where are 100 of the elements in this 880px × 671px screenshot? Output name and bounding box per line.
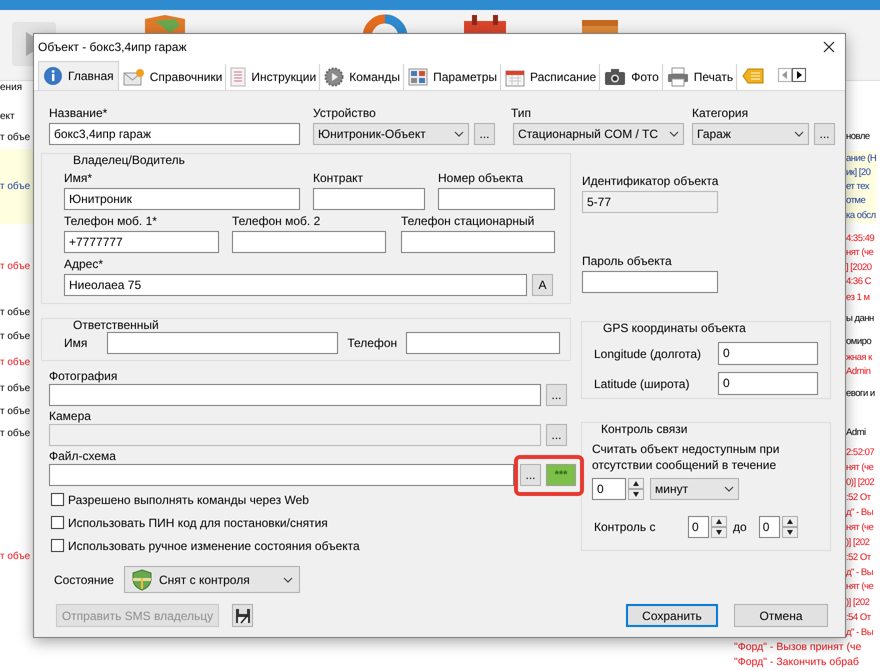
spin-field[interactable]: 0: [758, 516, 780, 538]
field-label: Имя: [64, 335, 88, 351]
cancel-button[interactable]: Отмена: [734, 604, 828, 627]
text-field[interactable]: [406, 332, 560, 354]
browse-button[interactable]: ...: [520, 464, 541, 486]
checkbox[interactable]: [51, 539, 64, 552]
chevron-icon: [794, 131, 804, 137]
dropdown[interactable]: Юнитроник-Объект: [313, 123, 469, 145]
gear-icon: [324, 67, 344, 87]
log-line: :52 От: [846, 551, 872, 565]
field-label: Устройство: [313, 105, 377, 121]
text-field[interactable]: 0: [718, 342, 818, 365]
spin-buttons[interactable]: [628, 478, 644, 500]
log-line: 4:36 С: [846, 275, 872, 289]
log-line: омиро: [846, 335, 872, 349]
log-line: 4:35:49: [846, 232, 876, 246]
chevron-icon: [454, 131, 464, 137]
text-field[interactable]: [49, 464, 514, 486]
text-field[interactable]: 0: [718, 372, 818, 395]
log-line: Admin: [846, 365, 872, 379]
field-label: Latitude (широта): [594, 376, 690, 392]
field-label: Состояние: [54, 572, 115, 588]
text-field[interactable]: Юнитроник: [64, 188, 300, 210]
info-icon: [43, 66, 63, 86]
group-title: GPS координаты объекта: [603, 321, 746, 335]
log-line: ения: [0, 81, 24, 95]
log-line: д" - Вы: [846, 626, 874, 640]
save-icon-button[interactable]: [232, 604, 253, 627]
browse-button[interactable]: ...: [474, 123, 495, 145]
dropdown[interactable]: Стационарный COM / TC: [513, 123, 684, 145]
field-label: Longitude (долгота): [594, 346, 702, 362]
tag-icon[interactable]: [742, 67, 764, 85]
window-title: Объект - бокс3,4ипр гараж: [38, 40, 187, 54]
text-field[interactable]: Ниеолаеа 75: [64, 274, 527, 296]
text-field[interactable]: [582, 271, 718, 293]
log-line: ез 1 м: [846, 291, 871, 305]
shield-icon: [131, 568, 153, 590]
spin-field[interactable]: 0: [592, 478, 626, 500]
log-line: ] [2020: [846, 261, 873, 275]
text-field[interactable]: +7777777: [64, 231, 219, 253]
address-button[interactable]: A: [532, 274, 553, 296]
log-line: 2:52:07: [846, 446, 876, 460]
field-label: Номер объекта: [438, 170, 524, 186]
checkbox[interactable]: [51, 516, 64, 529]
close-button[interactable]: [821, 38, 837, 54]
checkbox[interactable]: [51, 493, 64, 506]
log-line: т объе: [0, 306, 32, 320]
text-field[interactable]: 5-77: [582, 191, 718, 213]
dropdown[interactable]: Гараж: [692, 123, 809, 145]
dropdown[interactable]: минут: [650, 478, 739, 500]
log-line: "Форд" - Закончить обраб: [734, 655, 860, 670]
log-line: :54 От: [846, 611, 872, 625]
text-field[interactable]: [49, 384, 541, 406]
tab[interactable]: Главная: [38, 61, 119, 90]
status-dropdown[interactable]: Снят с контроля: [124, 566, 300, 593]
log-line: )] [202: [846, 536, 870, 550]
log-line: )] [202: [846, 596, 870, 610]
log-line: т объе: [0, 382, 32, 396]
panel-grid-icon: [408, 68, 428, 86]
log-line: т объе: [0, 356, 32, 370]
log-line: :52 От: [846, 491, 872, 505]
group-title: Контроль связи: [601, 422, 688, 436]
browse-button[interactable]: ...: [546, 384, 567, 406]
scroll-right-button[interactable]: [792, 68, 806, 82]
field-label: Файл-схема: [49, 448, 117, 464]
spin-buttons[interactable]: [782, 516, 798, 538]
log-line: ект: [0, 110, 16, 124]
chevron-icon: [283, 576, 293, 582]
field-label: Телефон моб. 2: [232, 213, 322, 229]
camera-icon: [604, 68, 626, 86]
field-label: Тип: [511, 105, 532, 121]
log-line: новле: [846, 130, 871, 144]
text-field[interactable]: [107, 332, 338, 354]
spin-buttons[interactable]: [711, 516, 727, 538]
log-line: нят (че: [846, 580, 874, 594]
log-line: т объе: [0, 260, 32, 274]
field-label: Идентификатор объекта: [582, 173, 720, 189]
text-field[interactable]: [232, 231, 386, 253]
envelope-icon: [122, 68, 145, 86]
field-label: Контракт: [313, 170, 364, 186]
browse-button[interactable]: ...: [814, 123, 835, 145]
checkbox-label: Использовать ПИН код для постановки/снятия: [68, 516, 328, 530]
log-line: д" - Вы: [846, 566, 874, 580]
text-field[interactable]: бокс3,4ипр гараж: [49, 123, 300, 145]
scroll-left-button[interactable]: [778, 68, 792, 82]
save-button[interactable]: Сохранить: [626, 604, 718, 627]
log-line: т объе: [0, 550, 32, 564]
spin-field[interactable]: 0: [688, 516, 709, 538]
log-line: евоги и: [846, 387, 876, 401]
field-label: Телефон: [347, 335, 398, 351]
log-line: 0)] [202: [846, 476, 876, 490]
text-field[interactable]: [401, 231, 555, 253]
log-line: д" - Вы: [846, 506, 874, 520]
field-label: Адрес*: [64, 256, 104, 272]
text-field[interactable]: [438, 188, 555, 210]
field-label: Камера: [49, 408, 92, 424]
field-label: Имя*: [64, 170, 94, 186]
log-line: нят (че: [846, 461, 874, 475]
field-label: Категория: [692, 105, 750, 121]
text-field[interactable]: [313, 188, 425, 210]
